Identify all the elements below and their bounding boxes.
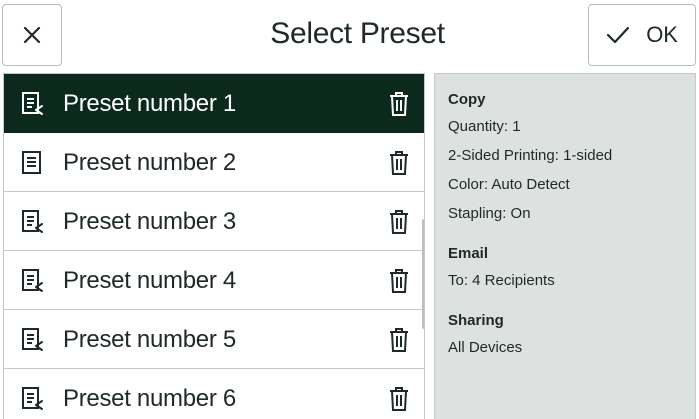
sharing-heading: Sharing [448,312,504,329]
copy-stapling: Stapling: On [448,205,531,222]
preset-icon [22,151,41,174]
header-bar: Select Preset OK [0,0,699,70]
copy-sided: 2-Sided Printing: 1-sided [448,147,613,164]
preset-label: Preset number 4 [63,267,236,294]
preset-icon [22,92,43,115]
preset-row-5[interactable]: Preset number 5 [4,310,424,369]
email-section: Email To: 4 Recipients [448,242,695,295]
preset-label: Preset number 5 [63,326,236,353]
trash-icon[interactable] [387,209,411,235]
trash-icon[interactable] [387,386,411,412]
close-button[interactable] [2,4,62,66]
preset-list[interactable]: Preset number 1 Preset number 2 Preset n… [3,73,425,419]
check-icon [607,26,630,44]
preset-row-1[interactable]: Preset number 1 [4,74,424,133]
page-title: Select Preset [270,17,445,50]
preset-label: Preset number 2 [63,149,236,176]
preset-label: Preset number 6 [63,385,236,412]
trash-icon[interactable] [387,268,411,294]
preset-icon [22,328,43,351]
email-heading: Email [448,245,489,262]
preset-row-3[interactable]: Preset number 3 [4,192,424,251]
trash-icon[interactable] [387,91,411,117]
preset-icon [22,387,43,410]
ok-label: OK [646,22,678,47]
sharing-section: Sharing All Devices [448,309,695,362]
preset-row-4[interactable]: Preset number 4 [4,251,424,310]
ok-button[interactable]: OK [588,4,696,66]
email-to: To: 4 Recipients [448,272,555,289]
copy-heading: Copy [448,91,486,108]
preset-row-6[interactable]: Preset number 6 [4,369,424,419]
preset-label: Preset number 3 [63,208,236,235]
preset-icon [22,269,43,292]
preset-label: Preset number 1 [63,90,236,117]
sharing-value: All Devices [448,339,523,356]
copy-quantity: Quantity: 1 [448,118,521,135]
trash-icon[interactable] [387,150,411,176]
list-scrollbar[interactable] [422,219,424,329]
copy-section: Copy Quantity: 1 2-Sided Printing: 1-sid… [448,88,695,228]
preset-icon [22,210,43,233]
preset-details-panel: Copy Quantity: 1 2-Sided Printing: 1-sid… [434,73,696,419]
preset-row-2[interactable]: Preset number 2 [4,133,424,192]
close-icon [23,26,41,44]
copy-color: Color: Auto Detect [448,176,570,193]
trash-icon[interactable] [387,327,411,353]
